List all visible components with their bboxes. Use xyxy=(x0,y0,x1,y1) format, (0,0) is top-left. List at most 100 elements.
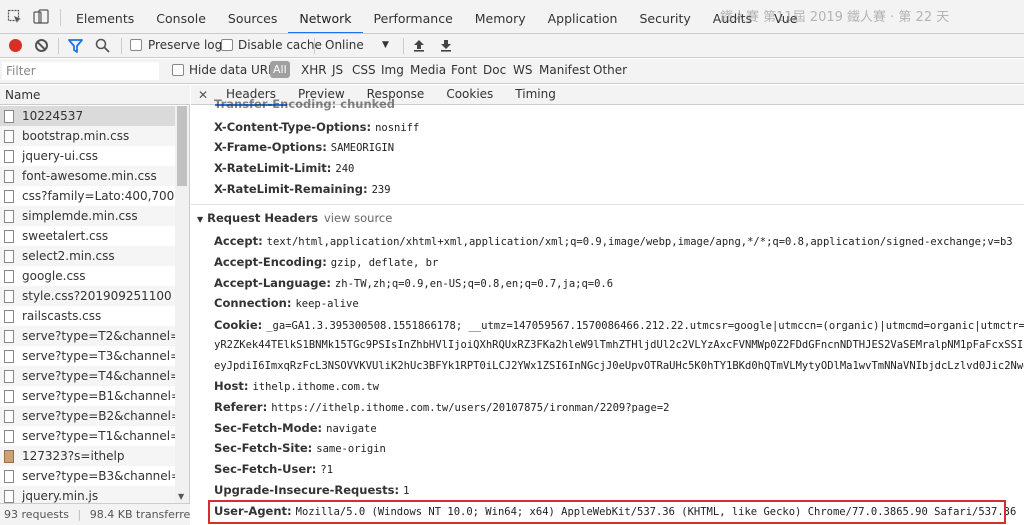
record-button[interactable] xyxy=(9,39,22,52)
request-row[interactable]: serve?type=T1&channel=itho... xyxy=(0,426,175,446)
request-detail: ✕ Headers Preview Response Cookies Timing Tr… xyxy=(191,85,1024,525)
tab-security[interactable]: Security xyxy=(628,0,701,33)
toolbar-separator xyxy=(121,38,122,54)
tab-elements[interactable]: Elements xyxy=(65,0,145,33)
request-row[interactable]: select2.min.css xyxy=(0,246,175,266)
search-icon[interactable] xyxy=(95,38,110,53)
request-row[interactable]: jquery-ui.css xyxy=(0,146,175,166)
request-row[interactable]: css?family=Lato:400,700 xyxy=(0,186,175,206)
type-filter-other[interactable]: Other xyxy=(593,63,627,77)
request-row[interactable]: serve?type=B2&channel=itho... xyxy=(0,406,175,426)
request-name: google.css xyxy=(22,269,86,283)
inspect-element-icon[interactable] xyxy=(7,9,23,25)
export-har-icon[interactable] xyxy=(440,38,452,52)
header-key: Accept: xyxy=(214,234,263,248)
request-name: jquery.min.js xyxy=(22,489,99,503)
request-row[interactable]: serve?type=B3&channel=itho... xyxy=(0,466,175,486)
transferred-size: 98.4 KB transferred xyxy=(89,508,190,521)
view-source-link[interactable]: view source xyxy=(324,208,392,228)
request-list-scrollbar[interactable]: ▼ xyxy=(175,106,189,503)
type-filter-all[interactable]: All xyxy=(270,61,290,78)
request-row[interactable]: font-awesome.min.css xyxy=(0,166,175,186)
type-filter-css[interactable]: CSS xyxy=(352,63,376,77)
request-row[interactable]: 127323?s=ithelp xyxy=(0,446,175,466)
header-row: X-RateLimit-Remaining: 239 xyxy=(214,179,391,199)
request-row[interactable]: serve?type=B1&channel=itho... xyxy=(0,386,175,406)
filter-icon[interactable] xyxy=(68,39,83,53)
hide-data-urls-checkbox[interactable] xyxy=(172,64,184,76)
header-key: X-RateLimit-Limit: xyxy=(214,161,332,175)
throttle-select[interactable]: Online xyxy=(325,38,364,52)
request-name: serve?type=B1&channel=itho... xyxy=(22,389,175,403)
request-row[interactable]: 10224537 xyxy=(0,106,175,126)
type-filter-doc[interactable]: Doc xyxy=(483,63,506,77)
file-icon xyxy=(4,209,14,223)
tab-sources[interactable]: Sources xyxy=(217,0,288,33)
type-filter-font[interactable]: Font xyxy=(451,63,477,77)
request-row[interactable]: style.css?201909251100 xyxy=(0,286,175,306)
request-headers-toggle[interactable]: ▼ Request Headers xyxy=(197,208,318,228)
type-filter-js[interactable]: JS xyxy=(332,63,343,77)
file-icon xyxy=(4,289,14,303)
header-key: Sec-Fetch-Mode: xyxy=(214,421,323,435)
cookie-continuation: eyJpdiI6ImxqRzFcL3NSOVVKVUliK2hUc3BFYk1R… xyxy=(214,360,1024,372)
header-value: gzip, deflate, br xyxy=(330,257,439,269)
tab-memory[interactable]: Memory xyxy=(464,0,537,33)
header-row: X-Content-Type-Options: nosniff xyxy=(214,117,419,137)
name-column-header[interactable]: Name xyxy=(0,85,190,105)
header-row: Sec-Fetch-User: ?1 xyxy=(214,459,333,479)
filter-input[interactable] xyxy=(2,62,159,80)
detail-tab-cookies[interactable]: Cookies xyxy=(435,85,504,106)
request-row[interactable]: bootstrap.min.css xyxy=(0,126,175,146)
tab-network[interactable]: Network xyxy=(288,0,363,33)
header-key: X-Content-Type-Options: xyxy=(214,120,372,134)
scrollbar-thumb[interactable] xyxy=(177,106,187,186)
preserve-log-checkbox[interactable] xyxy=(130,39,142,51)
tab-application[interactable]: Application xyxy=(537,0,629,33)
file-icon xyxy=(4,429,14,443)
type-filter-manifest[interactable]: Manifest xyxy=(539,63,590,77)
header-row: Connection: keep-alive xyxy=(214,293,359,313)
header-value: SAMEORIGIN xyxy=(330,142,395,154)
device-toolbar-icon[interactable] xyxy=(33,9,49,25)
tab-console[interactable]: Console xyxy=(145,0,217,33)
scroll-down-icon[interactable]: ▼ xyxy=(178,492,184,501)
request-row[interactable]: simplemde.min.css xyxy=(0,206,175,226)
header-value: 239 xyxy=(371,184,391,196)
file-icon xyxy=(4,169,14,183)
type-filter-img[interactable]: Img xyxy=(381,63,404,77)
request-name: serve?type=T3&channel=itho... xyxy=(22,349,175,363)
type-filter-xhr[interactable]: XHR xyxy=(301,63,327,77)
header-row: Accept-Encoding: gzip, deflate, br xyxy=(214,252,438,272)
filter-bar: Hide data URLs All XHR JS CSS Img Media … xyxy=(0,59,1024,84)
request-row[interactable]: serve?type=T4&channel=itho... xyxy=(0,366,175,386)
header-row: Upgrade-Insecure-Requests: 1 xyxy=(214,480,409,500)
type-filter-media[interactable]: Media xyxy=(410,63,446,77)
request-row[interactable]: serve?type=T3&channel=itho... xyxy=(0,346,175,366)
clear-icon[interactable] xyxy=(35,39,48,52)
import-har-icon[interactable] xyxy=(413,38,425,52)
close-icon[interactable]: ✕ xyxy=(191,88,215,102)
background-page-text: 鐵人賽 第11屆 2019 鐵人賽 · 第 22 天 xyxy=(720,10,950,25)
request-name: bootstrap.min.css xyxy=(22,129,130,143)
disable-cache-checkbox[interactable] xyxy=(221,39,233,51)
request-row[interactable]: sweetalert.css xyxy=(0,226,175,246)
file-icon xyxy=(4,489,14,503)
request-row[interactable]: serve?type=T2&channel=itho... xyxy=(0,326,175,346)
request-row[interactable]: jquery.min.js xyxy=(0,486,175,503)
chevron-down-icon[interactable]: ▼ xyxy=(382,40,389,50)
header-row: Sec-Fetch-Mode: navigate xyxy=(214,418,377,438)
request-name: serve?type=T4&channel=itho... xyxy=(22,369,175,383)
request-row[interactable]: google.css xyxy=(0,266,175,286)
file-icon xyxy=(4,389,14,403)
type-filter-ws[interactable]: WS xyxy=(513,63,532,77)
request-row[interactable]: railscasts.css xyxy=(0,306,175,326)
request-name: css?family=Lato:400,700 xyxy=(22,189,175,203)
request-name: select2.min.css xyxy=(22,249,115,263)
header-key: Accept-Language: xyxy=(214,276,331,290)
header-row: Sec-Fetch-Site: same-origin xyxy=(214,438,386,458)
toolbar-separator xyxy=(58,38,59,54)
detail-tab-timing[interactable]: Timing xyxy=(504,85,567,106)
tab-performance[interactable]: Performance xyxy=(363,0,464,33)
panel-tabs: Elements Console Sources Network Performance… xyxy=(65,0,808,33)
